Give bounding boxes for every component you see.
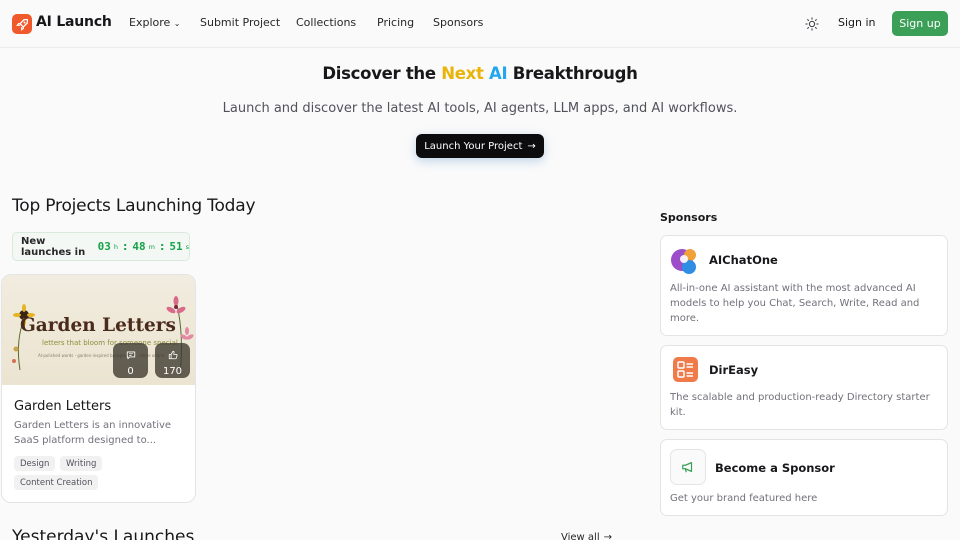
upvote-count: 170 xyxy=(162,365,183,377)
view-all-label: View all xyxy=(561,532,600,540)
aichatone-logo-icon xyxy=(670,245,700,275)
thumbnail-title: Garden Letters xyxy=(20,315,176,336)
sponsor-name: Become a Sponsor xyxy=(715,461,835,475)
brand-name[interactable]: AI Launch xyxy=(36,14,112,30)
project-thumbnail[interactable]: Garden Letters letters that bloom for so… xyxy=(2,275,195,385)
tag-writing[interactable]: Writing xyxy=(60,456,103,471)
arrow-right-icon: → xyxy=(527,140,536,152)
countdown-hours: 03 xyxy=(97,240,111,253)
megaphone-icon xyxy=(670,449,706,485)
direasy-logo-icon xyxy=(673,357,698,382)
sign-up-button[interactable]: Sign up xyxy=(892,11,948,36)
top-nav: AI Launch Explore ⌄ Submit Project Colle… xyxy=(0,0,960,48)
comments-button[interactable]: 0 xyxy=(113,343,148,378)
sign-in-link[interactable]: Sign in xyxy=(838,16,876,29)
hero-title-part: Discover the xyxy=(322,64,442,83)
nav-explore-label: Explore xyxy=(129,16,171,29)
nav-submit-project[interactable]: Submit Project xyxy=(200,16,280,29)
section-title-today: Top Projects Launching Today xyxy=(12,196,256,216)
hero-title-next: Next xyxy=(441,64,484,83)
hero-title-ai: AI xyxy=(483,64,508,83)
sponsor-card-direasy[interactable]: DirEasy The scalable and production-read… xyxy=(660,345,948,430)
countdown-separator: : xyxy=(122,240,128,253)
tag-design[interactable]: Design xyxy=(14,456,56,471)
hero-title: Discover the Next AI Breakthrough xyxy=(0,64,960,83)
section-title-yesterday: Yesterday's Launches xyxy=(12,527,195,540)
thumbs-up-icon xyxy=(168,345,178,364)
sponsor-description: The scalable and production-ready Direct… xyxy=(670,392,930,418)
comment-icon xyxy=(126,345,136,364)
countdown-unit-s: s xyxy=(185,242,189,251)
sponsor-card-aichatone[interactable]: AIChatOne All-in-one AI assistant with t… xyxy=(660,235,948,336)
chevron-down-icon: ⌄ xyxy=(173,19,181,28)
launch-project-button[interactable]: Launch Your Project → xyxy=(416,134,544,158)
countdown-separator: : xyxy=(159,240,165,253)
sponsors-heading: Sponsors xyxy=(660,211,718,224)
launch-countdown: New launches in 03 h : 48 m : 51 s xyxy=(12,232,190,261)
tag-content-creation[interactable]: Content Creation xyxy=(14,475,99,490)
comment-count: 0 xyxy=(127,365,134,377)
countdown-unit-h: h xyxy=(113,242,118,251)
sponsor-description: All-in-one AI assistant with the most ad… xyxy=(670,283,920,324)
hero-title-part-end: Breakthrough xyxy=(507,64,638,83)
nav-explore[interactable]: Explore ⌄ xyxy=(129,16,180,29)
project-description: Garden Letters is an innovative SaaS pla… xyxy=(14,420,172,446)
launch-project-label: Launch Your Project xyxy=(424,140,523,152)
sponsor-description: Get your brand featured here xyxy=(670,493,818,504)
project-card[interactable]: Garden Letters letters that bloom for so… xyxy=(1,274,196,503)
countdown-label: New launches in xyxy=(21,235,86,258)
nav-collections[interactable]: Collections xyxy=(296,16,356,29)
theme-toggle-sun-icon[interactable] xyxy=(803,15,821,33)
countdown-minutes: 48 xyxy=(132,240,146,253)
countdown-unit-m: m xyxy=(148,242,155,251)
sponsor-name: DirEasy xyxy=(709,363,759,377)
nav-pricing[interactable]: Pricing xyxy=(377,16,414,29)
sponsor-name: AIChatOne xyxy=(709,253,778,267)
arrow-right-icon: → xyxy=(603,532,612,540)
upvote-button[interactable]: 170 xyxy=(155,343,190,378)
rocket-logo-icon[interactable] xyxy=(12,14,32,34)
nav-sponsors[interactable]: Sponsors xyxy=(433,16,483,29)
hero-subtitle: Launch and discover the latest AI tools,… xyxy=(222,101,738,116)
countdown-seconds: 51 xyxy=(169,240,183,253)
view-all-link[interactable]: View all → xyxy=(561,532,612,540)
project-name[interactable]: Garden Letters xyxy=(14,399,111,414)
become-sponsor-card[interactable]: Become a Sponsor Get your brand featured… xyxy=(660,439,948,516)
